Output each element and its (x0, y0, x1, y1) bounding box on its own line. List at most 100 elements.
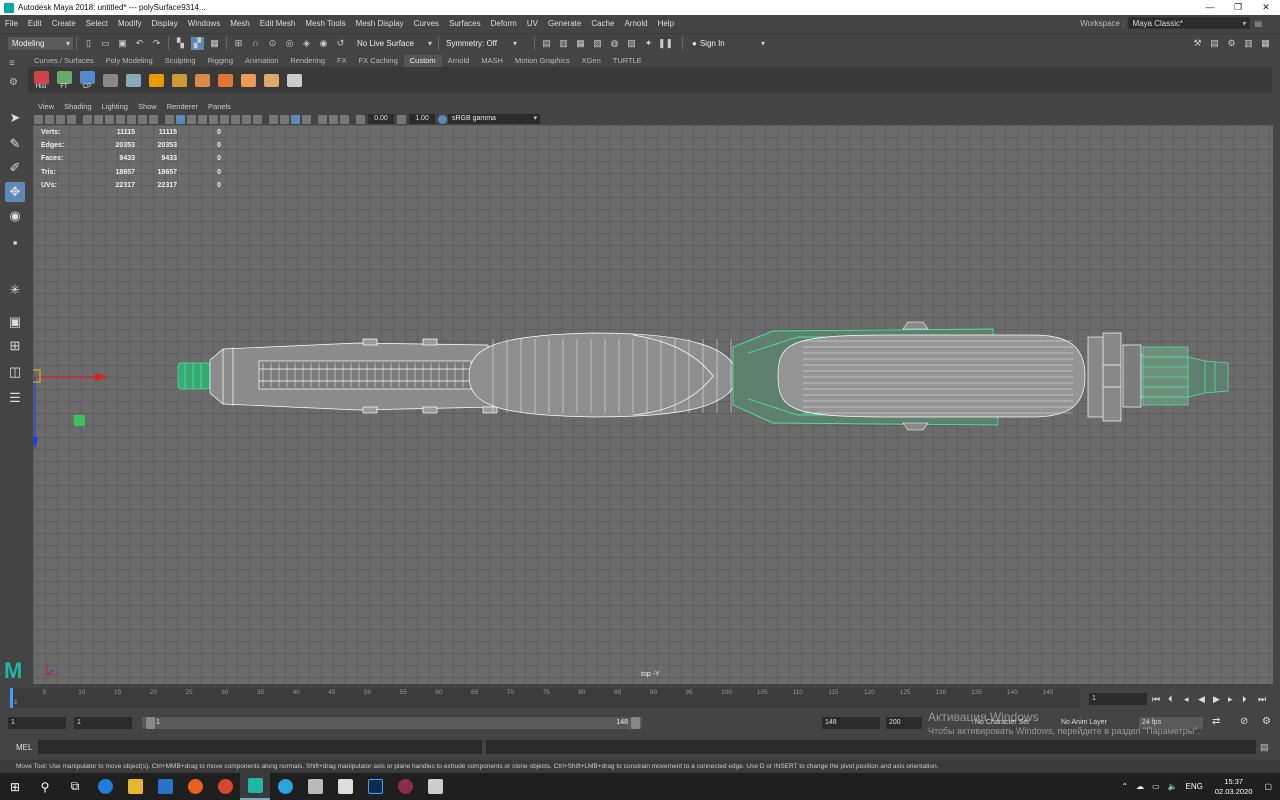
shelf-tab-animation[interactable]: Animation (239, 55, 284, 67)
shelf-tab-curves-surfaces[interactable]: Curves / Surfaces (28, 55, 100, 67)
use-all-lights-icon[interactable] (209, 114, 218, 124)
select-tool-icon[interactable]: ➤ (5, 108, 25, 128)
shelf-button[interactable]: CP (77, 69, 97, 91)
snap-point-icon[interactable]: ⊙ (266, 37, 279, 50)
menu-mesh[interactable]: Mesh (225, 19, 255, 28)
save-scene-icon[interactable]: ▣ (116, 37, 129, 50)
depth-of-field-icon[interactable] (269, 114, 278, 124)
maximize-button[interactable]: ❐ (1224, 0, 1252, 15)
anim-end-field[interactable]: 200 (886, 717, 922, 729)
exposure-icon[interactable] (356, 114, 365, 124)
new-scene-icon[interactable]: ▯ (82, 37, 95, 50)
light-editor-icon[interactable]: ✦ (642, 37, 655, 50)
menu-mesh-display[interactable]: Mesh Display (351, 19, 409, 28)
panel-menu-panels[interactable]: Panels (203, 102, 236, 111)
shelf-button[interactable] (100, 69, 120, 91)
isolate-select-icon[interactable] (280, 114, 289, 124)
open-scene-icon[interactable]: ▭ (99, 37, 112, 50)
camera-attributes-icon[interactable] (34, 114, 43, 124)
pause-icon[interactable]: ❚❚ (658, 37, 673, 50)
menu-mesh-tools[interactable]: Mesh Tools (300, 19, 350, 28)
ambient-occlusion-icon[interactable] (231, 114, 240, 124)
minimize-button[interactable]: — (1196, 0, 1224, 15)
attribute-editor-icon[interactable]: ▤ (1208, 37, 1221, 50)
snap-curve-icon[interactable]: ∩ (249, 37, 262, 50)
search-icon[interactable]: ⚲ (30, 773, 60, 800)
task-view-icon[interactable]: ⧉ (60, 773, 90, 800)
ipr-render-icon[interactable]: ▦ (574, 37, 587, 50)
shelf-button[interactable]: FT (54, 69, 74, 91)
single-perspective-layout-icon[interactable]: ▣ (5, 312, 25, 332)
redo-icon[interactable]: ↷ (150, 37, 163, 50)
step-forward-frame-icon[interactable]: ▸ (1228, 694, 1233, 705)
play-backward-icon[interactable]: ◀ (1198, 694, 1205, 705)
menu-display[interactable]: Display (147, 19, 183, 28)
menu-modify[interactable]: Modify (113, 19, 147, 28)
workspace-dropdown[interactable]: Maya Classic* (1128, 17, 1251, 29)
panel-menu-lighting[interactable]: Lighting (97, 102, 133, 111)
menu-uv[interactable]: UV (522, 19, 543, 28)
panel-menu-show[interactable]: Show (133, 102, 162, 111)
symmetry-dropdown[interactable]: Symmetry: Off (442, 36, 520, 50)
anim-prefs-icon[interactable]: ⚙ (1262, 716, 1271, 727)
shelf-button[interactable] (215, 69, 235, 91)
four-view-layout-icon[interactable]: ⊞ (5, 336, 25, 356)
render-view-icon[interactable]: ▤ (540, 37, 553, 50)
shelf-tab-xgen[interactable]: XGen (576, 55, 607, 67)
two-sided-lighting-icon[interactable] (329, 114, 338, 124)
step-back-frame-icon[interactable]: ◂ (1184, 694, 1189, 705)
shelf-tab-turtle[interactable]: TURTLE (607, 55, 648, 67)
grid-icon[interactable] (83, 114, 92, 124)
wireframe-icon[interactable] (165, 114, 174, 124)
universal-manipulator-icon[interactable]: ✳ (5, 280, 25, 300)
grease-pencil-icon[interactable] (67, 114, 76, 124)
range-start-handle[interactable] (146, 717, 155, 729)
shadows-icon[interactable] (220, 114, 229, 124)
channel-box-icon[interactable]: ▥ (1242, 37, 1255, 50)
shelf-button[interactable] (146, 69, 166, 91)
move-tool-icon[interactable]: ✥ (5, 182, 25, 202)
shelf-tab-mash[interactable]: MASH (475, 55, 509, 67)
shelf-button[interactable] (238, 69, 258, 91)
file-explorer-icon[interactable] (120, 773, 150, 800)
snap-view-plane-icon[interactable]: ◈ (300, 37, 313, 50)
wireframe-on-shaded-icon[interactable] (187, 114, 196, 124)
script-editor-icon[interactable]: ▤ (1260, 742, 1269, 753)
language-indicator[interactable]: ENG (1186, 782, 1203, 791)
panel-menu-shading[interactable]: Shading (59, 102, 97, 111)
go-to-end-icon[interactable]: ⏭ (1258, 694, 1266, 705)
select-object-icon[interactable]: ▞ (191, 36, 204, 50)
shelf-button[interactable] (169, 69, 189, 91)
command-input[interactable] (38, 740, 482, 754)
range-end-handle[interactable] (631, 717, 640, 729)
tool-settings-icon[interactable]: ⚙ (1225, 37, 1238, 50)
render-frame-icon[interactable]: ▥ (557, 37, 570, 50)
wacom-icon[interactable] (420, 773, 450, 800)
close-button[interactable]: ✕ (1252, 0, 1280, 15)
range-bar[interactable]: 1 148 (142, 717, 642, 729)
undo-icon[interactable]: ↶ (133, 37, 146, 50)
shelf-settings-icon[interactable]: ⚙ (9, 77, 18, 88)
resolution-gate-icon[interactable] (105, 114, 114, 124)
gate-mask-icon[interactable] (116, 114, 125, 124)
outliner-icon[interactable]: ▦ (1259, 37, 1272, 50)
sign-in-dropdown[interactable]: ● Sign In (688, 36, 768, 50)
current-time-indicator[interactable] (10, 688, 13, 708)
select-hierarchy-icon[interactable]: ▚ (174, 37, 187, 50)
color-management-icon[interactable] (438, 114, 447, 124)
image-plane-icon[interactable] (56, 114, 65, 124)
network-icon[interactable]: ▭ (1152, 782, 1160, 791)
step-forward-key-icon[interactable]: ⏵ (1242, 694, 1247, 705)
menu-generate[interactable]: Generate (543, 19, 586, 28)
volume-icon[interactable]: 🔈 (1168, 782, 1178, 791)
shelf-button[interactable] (123, 69, 143, 91)
shelf-tab-rendering[interactable]: Rendering (284, 55, 331, 67)
shelf-tab-fx-caching[interactable]: FX Caching (353, 55, 404, 67)
make-live-icon[interactable]: ◉ (317, 37, 330, 50)
shelf-button[interactable] (284, 69, 304, 91)
snap-grid-icon[interactable]: ⊞ (232, 37, 245, 50)
telegram-icon[interactable] (270, 773, 300, 800)
hypershade-icon[interactable]: ◍ (608, 37, 621, 50)
menu-file[interactable]: File (0, 19, 23, 28)
panel-menu-view[interactable]: View (33, 102, 59, 111)
